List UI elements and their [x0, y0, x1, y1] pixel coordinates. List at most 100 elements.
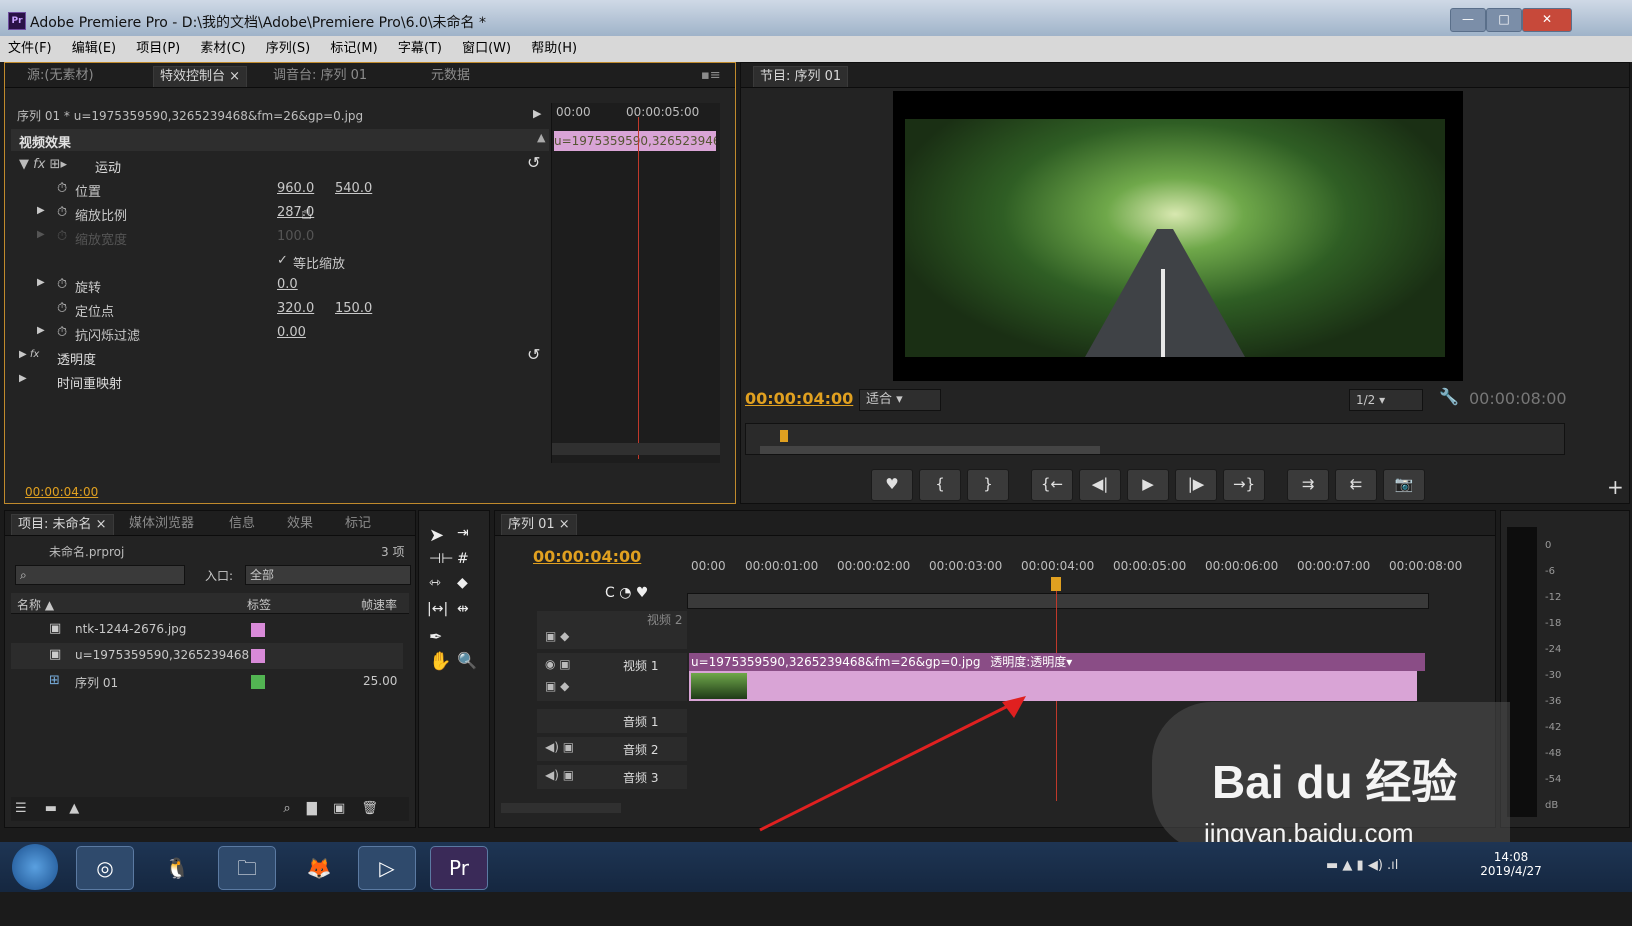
anchor-y-value[interactable]: 150.0 — [335, 301, 372, 316]
column-name[interactable]: 名称 ▲ — [17, 596, 54, 613]
track-toggle-icon[interactable]: ▣ ◆ — [545, 679, 569, 693]
timeline-playhead-handle[interactable] — [1051, 577, 1061, 591]
tab-effect-controls[interactable]: 特效控制台 × — [153, 66, 248, 87]
list-view-icon[interactable]: ☰ — [15, 801, 27, 816]
eye-icon[interactable]: ◉ ▣ — [545, 657, 571, 671]
project-search-input[interactable]: ⌕ — [15, 565, 185, 585]
timeline-scrollbar[interactable] — [501, 803, 621, 813]
menu-clip[interactable]: 素材(C) — [192, 36, 253, 62]
antiflicker-stopwatch-icon[interactable]: ⏱ — [57, 325, 67, 340]
delete-icon[interactable]: 🗑 — [361, 801, 378, 816]
mark-out-button[interactable]: } — [967, 469, 1009, 501]
mini-scrollbar[interactable] — [552, 443, 720, 455]
anchor-stopwatch-icon[interactable]: ⏱ — [57, 301, 67, 316]
list-item[interactable]: ⊞ 序列 01 25.00 — [11, 669, 403, 695]
snap-icon[interactable]: C ◔ ♥ — [605, 585, 648, 601]
menu-window[interactable]: 窗口(W) — [454, 36, 519, 62]
go-to-in-button[interactable]: {← — [1031, 469, 1073, 501]
opacity-reset-icon[interactable]: ↺ — [527, 345, 540, 364]
rotation-twirl-icon[interactable]: ▶ — [37, 277, 45, 288]
close-button[interactable]: ✕ — [1522, 8, 1572, 32]
position-stopwatch-icon[interactable]: ⏱ — [57, 181, 67, 196]
panel-menu-icon[interactable]: ▪≡ — [695, 66, 727, 86]
media-player-icon[interactable]: ▷ — [358, 846, 416, 890]
export-frame-button[interactable]: 📷 — [1383, 469, 1425, 501]
track-header-video1[interactable]: ◉ ▣ 视频 1 ▣ ◆ — [537, 653, 687, 701]
add-button-icon[interactable]: + — [1607, 475, 1624, 499]
anchor-x-value[interactable]: 320.0 — [277, 301, 314, 316]
antiflicker-value[interactable]: 0.00 — [277, 325, 306, 340]
rate-stretch-tool-icon[interactable]: ⇿ — [429, 575, 441, 591]
work-area-bar[interactable] — [687, 593, 1429, 609]
column-framerate[interactable]: 帧速率 — [361, 596, 397, 613]
collapse-arrow-icon[interactable]: ▲ — [537, 131, 545, 144]
rolling-edit-tool-icon[interactable]: # — [457, 551, 469, 567]
mark-in-button[interactable]: { — [919, 469, 961, 501]
menu-file[interactable]: 文件(F) — [0, 36, 60, 62]
add-marker-button[interactable]: ♥ — [871, 469, 913, 501]
track-toggle-icon[interactable]: ▣ ◆ — [545, 629, 569, 643]
step-back-button[interactable]: ◀| — [1079, 469, 1121, 501]
rotation-value[interactable]: 0.0 — [277, 277, 298, 292]
track-header-audio2[interactable]: ◀) ▣ 音频 2 — [537, 737, 687, 761]
qq-icon[interactable]: 🐧 — [148, 846, 206, 890]
speaker-icon[interactable]: ◀) ▣ — [545, 740, 574, 754]
hand-tool-icon[interactable]: ✋ — [429, 651, 451, 672]
timeline-timecode[interactable]: 00:00:04:00 — [533, 547, 641, 566]
column-label[interactable]: 标签 — [247, 596, 271, 613]
firefox-icon[interactable]: 🦊 — [290, 846, 348, 890]
clip-fx-dropdown[interactable]: 透明度:透明度▾ — [990, 655, 1072, 669]
track-header-video2[interactable]: 视频 2 ▣ ◆ — [537, 611, 687, 649]
wrench-icon[interactable]: 🔧 — [1439, 387, 1459, 406]
step-forward-button[interactable]: |▶ — [1175, 469, 1217, 501]
menu-edit[interactable]: 编辑(E) — [64, 36, 124, 62]
pen-tool-icon[interactable]: ✒ — [429, 627, 442, 646]
new-bin-icon[interactable]: ▇ — [307, 801, 317, 816]
tab-sequence[interactable]: 序列 01 × — [501, 514, 577, 535]
extract-button[interactable]: ⇇ — [1335, 469, 1377, 501]
tab-source[interactable]: 源:(无素材) — [21, 66, 100, 86]
tray-icons[interactable]: ▬ ▲ ▮ ◀) .ıl — [1326, 858, 1398, 873]
browser-icon[interactable]: ◎ — [76, 846, 134, 890]
start-button[interactable] — [12, 844, 58, 890]
menu-marker[interactable]: 标记(M) — [322, 36, 385, 62]
expand-arrow-icon[interactable]: ▶ — [533, 107, 541, 120]
list-item[interactable]: ▣ ntk-1244-2676.jpg — [11, 617, 403, 643]
tab-media-browser[interactable]: 媒体浏览器 — [123, 514, 200, 534]
tab-effects[interactable]: 效果 — [281, 514, 319, 534]
ripple-edit-tool-icon[interactable]: ⊣⊢ — [429, 551, 453, 567]
minimize-button[interactable]: — — [1450, 8, 1486, 32]
menu-title[interactable]: 字幕(T) — [390, 36, 450, 62]
clock[interactable]: 14:08 2019/4/27 — [1480, 850, 1542, 878]
slide-tool-icon[interactable]: ⇹ — [457, 601, 469, 617]
speaker-icon[interactable]: ◀) ▣ — [545, 768, 574, 782]
menu-help[interactable]: 帮助(H) — [523, 36, 585, 62]
program-scrubber[interactable] — [745, 423, 1565, 455]
uniform-scale-checkbox[interactable]: ✓ — [277, 253, 288, 268]
program-playhead[interactable] — [780, 430, 788, 442]
opacity-twirl-icon[interactable]: ▶ fx — [19, 349, 39, 360]
effects-timecode[interactable]: 00:00:04:00 — [25, 485, 98, 499]
menu-sequence[interactable]: 序列(S) — [258, 36, 318, 62]
menu-project[interactable]: 项目(P) — [128, 36, 188, 62]
mini-playhead[interactable] — [638, 117, 639, 459]
tab-program[interactable]: 节目: 序列 01 — [753, 66, 849, 87]
track-select-tool-icon[interactable]: ⇥ — [457, 525, 469, 541]
tab-info[interactable]: 信息 — [223, 514, 261, 534]
program-timecode[interactable]: 00:00:04:00 — [745, 389, 853, 408]
automate-icon[interactable]: ▲ — [69, 801, 79, 816]
tab-project[interactable]: 项目: 未命名 × — [11, 514, 114, 535]
time-remap-twirl-icon[interactable]: ▶ — [19, 373, 27, 384]
selection-tool-icon[interactable]: ➤ — [429, 525, 444, 546]
rotation-stopwatch-icon[interactable]: ⏱ — [57, 277, 67, 292]
mini-timeline[interactable]: 00:00 00:00:05:00 u=1975359590,326523946… — [551, 103, 720, 463]
tab-metadata[interactable]: 元数据 — [425, 66, 476, 86]
program-zoom-bar[interactable] — [760, 446, 1100, 454]
premiere-taskbar-icon[interactable]: Pr — [430, 846, 488, 890]
position-x-value[interactable]: 960.0 — [277, 181, 314, 196]
slip-tool-icon[interactable]: |↔| — [427, 601, 448, 617]
go-to-out-button[interactable]: →} — [1223, 469, 1265, 501]
new-item-icon[interactable]: ▣ — [333, 801, 345, 816]
icon-view-icon[interactable]: ▬ — [45, 801, 57, 816]
track-header-audio3[interactable]: ◀) ▣ 音频 3 — [537, 765, 687, 789]
